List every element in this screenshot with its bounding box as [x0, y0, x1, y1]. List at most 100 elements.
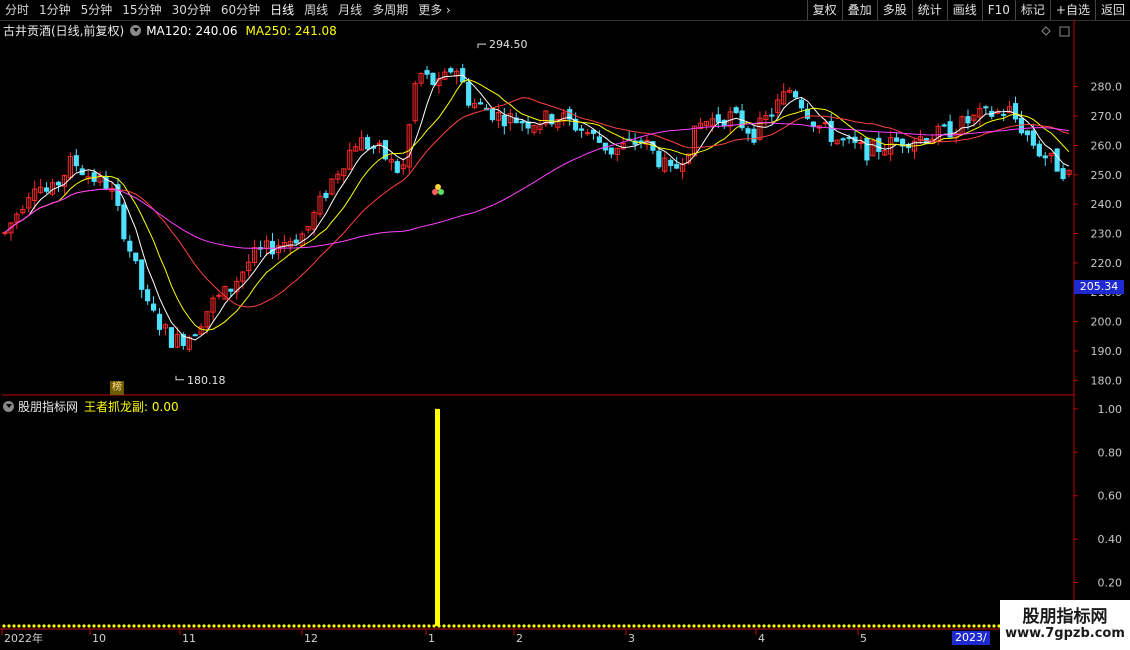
signal-baseline-dot: [487, 624, 491, 628]
period-tab-1[interactable]: 1分钟: [34, 0, 76, 20]
signal-baseline-dot: [267, 624, 271, 628]
signal-baseline-dot: [622, 624, 626, 628]
price-tick-label: 240.0: [1091, 198, 1123, 211]
signal-baseline-dot: [302, 624, 306, 628]
signal-baseline-dot: [612, 624, 616, 628]
signal-baseline-dot: [827, 624, 831, 628]
stock-name: 古井贡酒(日线,前复权): [3, 24, 125, 38]
toolbar-button-7[interactable]: +自选: [1049, 0, 1095, 20]
signal-baseline-dot: [517, 624, 521, 628]
signal-baseline-dot: [592, 624, 596, 628]
signal-baseline-dot: [187, 624, 191, 628]
period-tab-0[interactable]: 分时: [0, 0, 34, 20]
signal-baseline-dot: [687, 624, 691, 628]
bang-badge[interactable]: 榜: [110, 381, 124, 395]
signal-baseline-dot: [697, 624, 701, 628]
signal-baseline-dot: [397, 624, 401, 628]
toolbar-button-4[interactable]: 画线: [946, 0, 982, 20]
signal-baseline-dot: [452, 624, 456, 628]
toolbar-button-8[interactable]: 返回: [1094, 0, 1130, 20]
candle-body: [323, 192, 329, 199]
signal-baseline-dot: [317, 624, 321, 628]
signal-baseline-dot: [832, 624, 836, 628]
price-tick-label: 230.0: [1091, 228, 1123, 241]
candle-body: [733, 107, 739, 114]
price-tick-label: 220.0: [1091, 257, 1123, 270]
candle-body: [121, 204, 127, 240]
sub-chart-title: 股朋指标网 王者抓龙副: 0.00: [3, 398, 179, 415]
dropdown-icon[interactable]: [130, 25, 142, 36]
signal-baseline-dot: [757, 624, 761, 628]
signal-baseline-dot: [242, 624, 246, 628]
signal-baseline-dot: [147, 624, 151, 628]
date-label: 3: [628, 632, 635, 645]
toolbar-button-2[interactable]: 多股: [876, 0, 912, 20]
price-tick-label: 190.0: [1091, 345, 1123, 358]
signal-baseline-dot: [197, 624, 201, 628]
signal-baseline-dot: [347, 624, 351, 628]
period-tabs: 分时 1分钟 5分钟 15分钟 30分钟 60分钟 日线 周线 月线 多周期 更多 ›: [0, 0, 456, 20]
signal-baseline-dot: [247, 624, 251, 628]
signal-baseline-dot: [677, 624, 681, 628]
dropdown-icon[interactable]: [3, 401, 14, 412]
toolbar-button-1[interactable]: 叠加: [841, 0, 877, 20]
signal-baseline-dot: [562, 624, 566, 628]
period-tab-3[interactable]: 15分钟: [117, 0, 166, 20]
signal-baseline-dot: [972, 624, 976, 628]
signal-baseline-dot: [217, 624, 221, 628]
signal-baseline-dot: [782, 624, 786, 628]
date-label-2023: 2023/: [952, 631, 990, 645]
period-tab-6[interactable]: 日线: [265, 0, 299, 20]
signal-baseline-dot: [292, 624, 296, 628]
signal-baseline-dot: [97, 624, 101, 628]
kline-chart[interactable]: 280.0270.0260.0250.0240.0230.0220.0210.0…: [0, 20, 1130, 650]
date-label: 5: [860, 632, 867, 645]
signal-baseline-dot: [7, 624, 11, 628]
signal-baseline-dot: [962, 624, 966, 628]
date-label: 10: [92, 632, 106, 645]
toolbar-button-6[interactable]: 标记: [1014, 0, 1050, 20]
candle-body: [448, 68, 454, 73]
signal-baseline-dot: [377, 624, 381, 628]
period-tab-7[interactable]: 周线: [299, 0, 333, 20]
price-tick-label: 200.0: [1091, 316, 1123, 329]
signal-baseline-dot: [777, 624, 781, 628]
maximize-icon: [1059, 26, 1070, 37]
signal-baseline-dot: [817, 624, 821, 628]
candle-body: [864, 137, 870, 161]
candle-body: [1024, 130, 1030, 136]
signal-baseline-dot: [597, 624, 601, 628]
watermark-title: 股朋指标网: [1022, 607, 1108, 627]
toolbar-button-3[interactable]: 统计: [911, 0, 947, 20]
candle-body: [1001, 113, 1007, 116]
signal-baseline-dot: [417, 624, 421, 628]
signal-baseline-dot: [172, 624, 176, 628]
signal-baseline-dot: [72, 624, 76, 628]
signal-baseline-dot: [977, 624, 981, 628]
signal-baseline-dot: [852, 624, 856, 628]
period-tab-10[interactable]: 更多 ›: [413, 0, 456, 20]
signal-baseline-dot: [312, 624, 316, 628]
period-tab-5[interactable]: 60分钟: [216, 0, 265, 20]
period-tab-8[interactable]: 月线: [333, 0, 367, 20]
candle-body: [489, 108, 495, 121]
flower-icon: [438, 189, 444, 195]
signal-baseline-dot: [67, 624, 71, 628]
signal-baseline-dot: [367, 624, 371, 628]
signal-baseline-dot: [552, 624, 556, 628]
candle-body: [216, 294, 222, 297]
ma20-line: [4, 97, 1070, 308]
signal-baseline-dot: [202, 624, 206, 628]
signal-baseline-dot: [92, 624, 96, 628]
signal-baseline-dot: [542, 624, 546, 628]
candle-body: [55, 181, 62, 186]
toolbar-button-5[interactable]: F10: [981, 0, 1015, 20]
period-tab-4[interactable]: 30分钟: [167, 0, 216, 20]
signal-baseline-dot: [742, 624, 746, 628]
period-tab-9[interactable]: 多周期: [367, 0, 413, 20]
candle-body: [668, 159, 674, 167]
toolbar-button-0[interactable]: 复权: [806, 0, 842, 20]
candle-body: [1042, 155, 1048, 159]
candle-body: [894, 137, 900, 142]
period-tab-2[interactable]: 5分钟: [76, 0, 118, 20]
